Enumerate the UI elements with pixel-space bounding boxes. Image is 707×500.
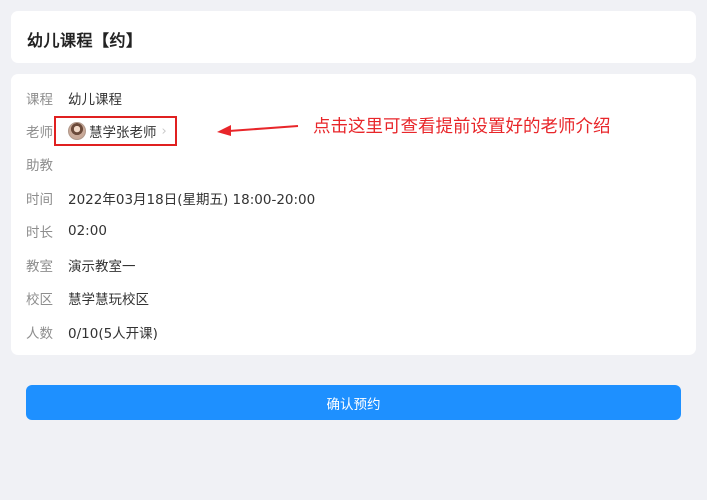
detail-row-classroom: 教室 演示教室一 bbox=[26, 255, 136, 275]
teacher-name: 慧学张老师 bbox=[89, 125, 157, 141]
arrow-left-icon bbox=[217, 125, 299, 136]
time-value: 2022年03月18日(星期五) 18:00-20:00 bbox=[68, 192, 316, 208]
time-label: 时间 bbox=[26, 192, 53, 208]
campus-value: 慧学慧玩校区 bbox=[68, 292, 149, 308]
course-header-card: 幼儿课程【约】 bbox=[11, 11, 696, 63]
annotation-text: 点击这里可查看提前设置好的老师介绍 bbox=[313, 117, 611, 137]
capacity-label: 人数 bbox=[26, 326, 53, 342]
duration-value: 02:00 bbox=[68, 223, 107, 239]
teacher-avatar bbox=[68, 122, 86, 140]
classroom-value: 演示教室一 bbox=[68, 259, 136, 275]
course-label: 课程 bbox=[26, 92, 53, 108]
course-value: 幼儿课程 bbox=[68, 92, 122, 108]
detail-row-assistant: 助教 bbox=[26, 154, 68, 174]
campus-label: 校区 bbox=[26, 292, 53, 308]
detail-row-duration: 时长 02:00 bbox=[26, 221, 107, 241]
capacity-value: 0/10(5人开课) bbox=[68, 326, 158, 342]
page-title: 幼儿课程【约】 bbox=[27, 31, 143, 50]
detail-row-course: 课程 幼儿课程 bbox=[26, 88, 122, 108]
chevron-right-icon: › bbox=[161, 123, 167, 139]
detail-row-campus: 校区 慧学慧玩校区 bbox=[26, 288, 149, 308]
detail-row-capacity: 人数 0/10(5人开课) bbox=[26, 322, 158, 342]
teacher-link[interactable]: 慧学张老师 › bbox=[54, 116, 177, 146]
detail-row-time: 时间 2022年03月18日(星期五) 18:00-20:00 bbox=[26, 188, 315, 208]
assistant-label: 助教 bbox=[26, 158, 53, 174]
duration-label: 时长 bbox=[26, 225, 53, 241]
classroom-label: 教室 bbox=[26, 259, 53, 275]
confirm-booking-button[interactable]: 确认预约 bbox=[26, 385, 681, 420]
